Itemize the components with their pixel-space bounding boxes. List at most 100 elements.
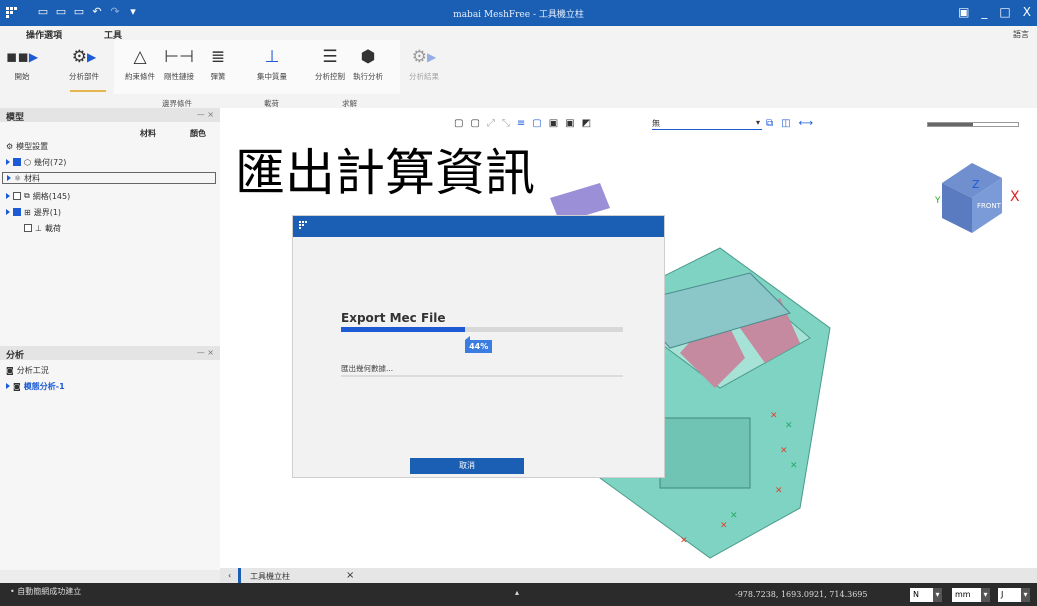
axis-z-label: Z <box>972 178 980 191</box>
dialog-header <box>293 216 664 237</box>
expand-arrow-icon[interactable] <box>6 209 10 215</box>
tree-item-load[interactable]: ⊥ 載荷 <box>24 222 61 234</box>
document-tab[interactable]: 工具機立柱 <box>250 571 290 582</box>
control-sliders-icon: ☰ <box>322 47 338 67</box>
view-box-icon[interactable]: ▢ <box>454 118 463 129</box>
spring-button[interactable]: ≣ 彈簧 <box>198 46 238 82</box>
align-icon[interactable]: ≡ <box>517 118 525 129</box>
svg-text:✕: ✕ <box>775 486 783 496</box>
cube-front-label: FRONT <box>977 202 1002 210</box>
view-iso-icon[interactable]: ◩ <box>582 118 591 129</box>
restore-icon[interactable]: ▣ <box>958 5 969 19</box>
cancel-button[interactable]: 取消 <box>410 458 524 474</box>
start-button[interactable]: ▪▪ ▶ 開始 <box>2 46 42 82</box>
dialog-heading: Export Mec File <box>341 311 446 325</box>
analysis-result-button[interactable]: ⚙ ▶ 分析結果 <box>404 46 444 82</box>
export-dialog: Export Mec File 44% 匯出幾何數據... 取消 <box>292 215 665 478</box>
tree-item-analysis-cases[interactable]: ◙ 分析工況 <box>6 364 49 376</box>
model-panel: 材料 顏色 ⚙ 模型設置 ⬡ 幾何(72) ⚛ 材料 ⧉ 網格(145) ⊞ 邊… <box>0 122 220 346</box>
analysis-icon: ◙ <box>13 381 21 391</box>
maximize-button[interactable]: □ <box>999 5 1010 19</box>
fit-icon[interactable]: ⤢ <box>487 118 495 129</box>
view-cube[interactable]: FRONT X Z Y <box>932 153 1022 243</box>
axis-x-label: X <box>1010 189 1020 205</box>
chevron-down-icon: ▾ <box>981 588 990 602</box>
constraint-button[interactable]: △ 約束條件 <box>120 46 160 82</box>
active-indicator <box>70 90 106 92</box>
minimize-button[interactable]: _ <box>981 5 987 19</box>
cursor-coordinates: -978.7238, 1693.0921, 714.3695 <box>735 590 868 599</box>
load-icon: ⊥ <box>35 223 42 233</box>
view-box-icon[interactable]: ▢ <box>470 118 479 129</box>
window-title: mabai MeshFree - 工具機立柱 <box>453 10 584 20</box>
expand-arrow-icon[interactable] <box>7 175 11 181</box>
svg-text:✕: ✕ <box>790 461 798 471</box>
panel-pin-icon[interactable]: — × <box>197 110 214 119</box>
tab-scroll-left-icon[interactable]: ‹ <box>228 571 231 580</box>
unit-time-select[interactable]: J ▾ <box>998 588 1030 602</box>
visibility-checkbox[interactable] <box>13 208 21 216</box>
chevron-up-icon[interactable]: ▴ <box>515 588 519 597</box>
copy-view-icon[interactable]: ⧉ <box>766 118 773 129</box>
grid-icon: ▪▪ ▶ <box>5 47 39 67</box>
tree-item-mesh[interactable]: ⧉ 網格(145) <box>6 190 70 202</box>
unit-force-select[interactable]: N ▾ <box>910 588 942 602</box>
run-cube-icon: ⬢ <box>360 47 376 67</box>
component-icon: ⚙ ▶ <box>71 47 97 67</box>
analysis-control-button[interactable]: ☰ 分析控制 <box>310 46 350 82</box>
visibility-checkbox[interactable] <box>13 158 21 166</box>
geometry-icon: ⬡ <box>24 157 31 167</box>
tree-item-material[interactable]: ⚛ 材料 <box>2 172 216 184</box>
analysis-component-button[interactable]: ⚙ ▶ 分析部件 <box>64 46 104 82</box>
split-view-icon[interactable]: ◫ <box>781 118 790 129</box>
view-front-icon[interactable]: ▣ <box>549 118 558 129</box>
language-menu[interactable]: 語言 <box>1013 29 1029 40</box>
expand-arrow-icon[interactable] <box>6 383 10 389</box>
analysis-panel: ◙ 分析工況 ◙ 模態分析-1 <box>0 360 220 570</box>
progress-bar <box>341 327 623 332</box>
svg-text:✕: ✕ <box>730 511 738 521</box>
title-bar: ▭ ▭ ▭ ↶ ↷ ▾ mabai MeshFree - 工具機立柱 ▣ _ □… <box>0 0 1037 26</box>
result-icon: ⚙ ▶ <box>411 47 437 67</box>
progress-percent-badge: 44% <box>465 336 493 353</box>
progress-fill <box>341 327 466 332</box>
unit-length-select[interactable]: mm ▾ <box>952 588 990 602</box>
visibility-checkbox[interactable] <box>24 224 32 232</box>
view-toolbar: ▢ ▢ ⤢ ⤡ ≡ ▢ ▣ ▣ ◩ <box>454 118 591 129</box>
status-bar: • 自動簡網成功建立 ▴ -978.7238, 1693.0921, 714.3… <box>0 583 1037 606</box>
svg-text:✕: ✕ <box>785 421 793 431</box>
active-tab-marker <box>238 568 241 583</box>
tree-item-modal-analysis[interactable]: ◙ 模態分析-1 <box>6 380 65 392</box>
zoom-icon[interactable]: ⤡ <box>502 118 510 129</box>
display-mode-icon[interactable]: ▢ <box>532 118 541 129</box>
divider <box>341 375 623 377</box>
ribbon-tabs: 操作選項 工具 語言 <box>0 26 1037 43</box>
measure-icon[interactable]: ⟷ <box>799 118 813 129</box>
material-icon: ⚛ <box>14 173 22 183</box>
mass-arrow-icon: ⊥ <box>264 47 280 67</box>
panel-pin-icon[interactable]: — × <box>197 348 214 357</box>
chevron-down-icon: ▾ <box>755 118 760 127</box>
expand-arrow-icon[interactable] <box>6 159 10 165</box>
close-button[interactable]: X <box>1023 5 1031 19</box>
view-select[interactable]: 無 ▾ <box>652 118 762 130</box>
tree-item-model-settings[interactable]: ⚙ 模型設置 <box>6 140 48 152</box>
ribbon: ▪▪ ▶ 開始 ⚙ ▶ 分析部件 △ 約束條件 ⊢⊣ 剛性鏈接 ≣ 彈簧 ⊥ 集中質… <box>0 40 1037 108</box>
scale-bar <box>927 122 1019 127</box>
app-logo-icon <box>299 221 307 229</box>
close-tab-icon[interactable]: × <box>346 570 354 581</box>
tree-item-geometry[interactable]: ⬡ 幾何(72) <box>6 156 66 168</box>
settings-icon: ⚙ <box>6 141 14 151</box>
rigid-link-icon: ⊢⊣ <box>164 47 194 67</box>
concentrated-mass-button[interactable]: ⊥ 集中質量 <box>252 46 292 82</box>
view-side-icon[interactable]: ▣ <box>565 118 574 129</box>
progress-status: 匯出幾何數據... <box>341 364 394 373</box>
rigid-link-button[interactable]: ⊢⊣ 剛性鏈接 <box>159 46 199 82</box>
overlay-title: 匯出計算資訊 <box>235 144 535 202</box>
expand-arrow-icon[interactable] <box>6 193 10 199</box>
svg-text:✕: ✕ <box>770 411 778 421</box>
tree-item-boundary[interactable]: ⊞ 邊界(1) <box>6 206 61 218</box>
run-analysis-button[interactable]: ⬢ 執行分析 <box>348 46 388 82</box>
visibility-checkbox[interactable] <box>13 192 21 200</box>
svg-text:✕: ✕ <box>680 536 688 546</box>
